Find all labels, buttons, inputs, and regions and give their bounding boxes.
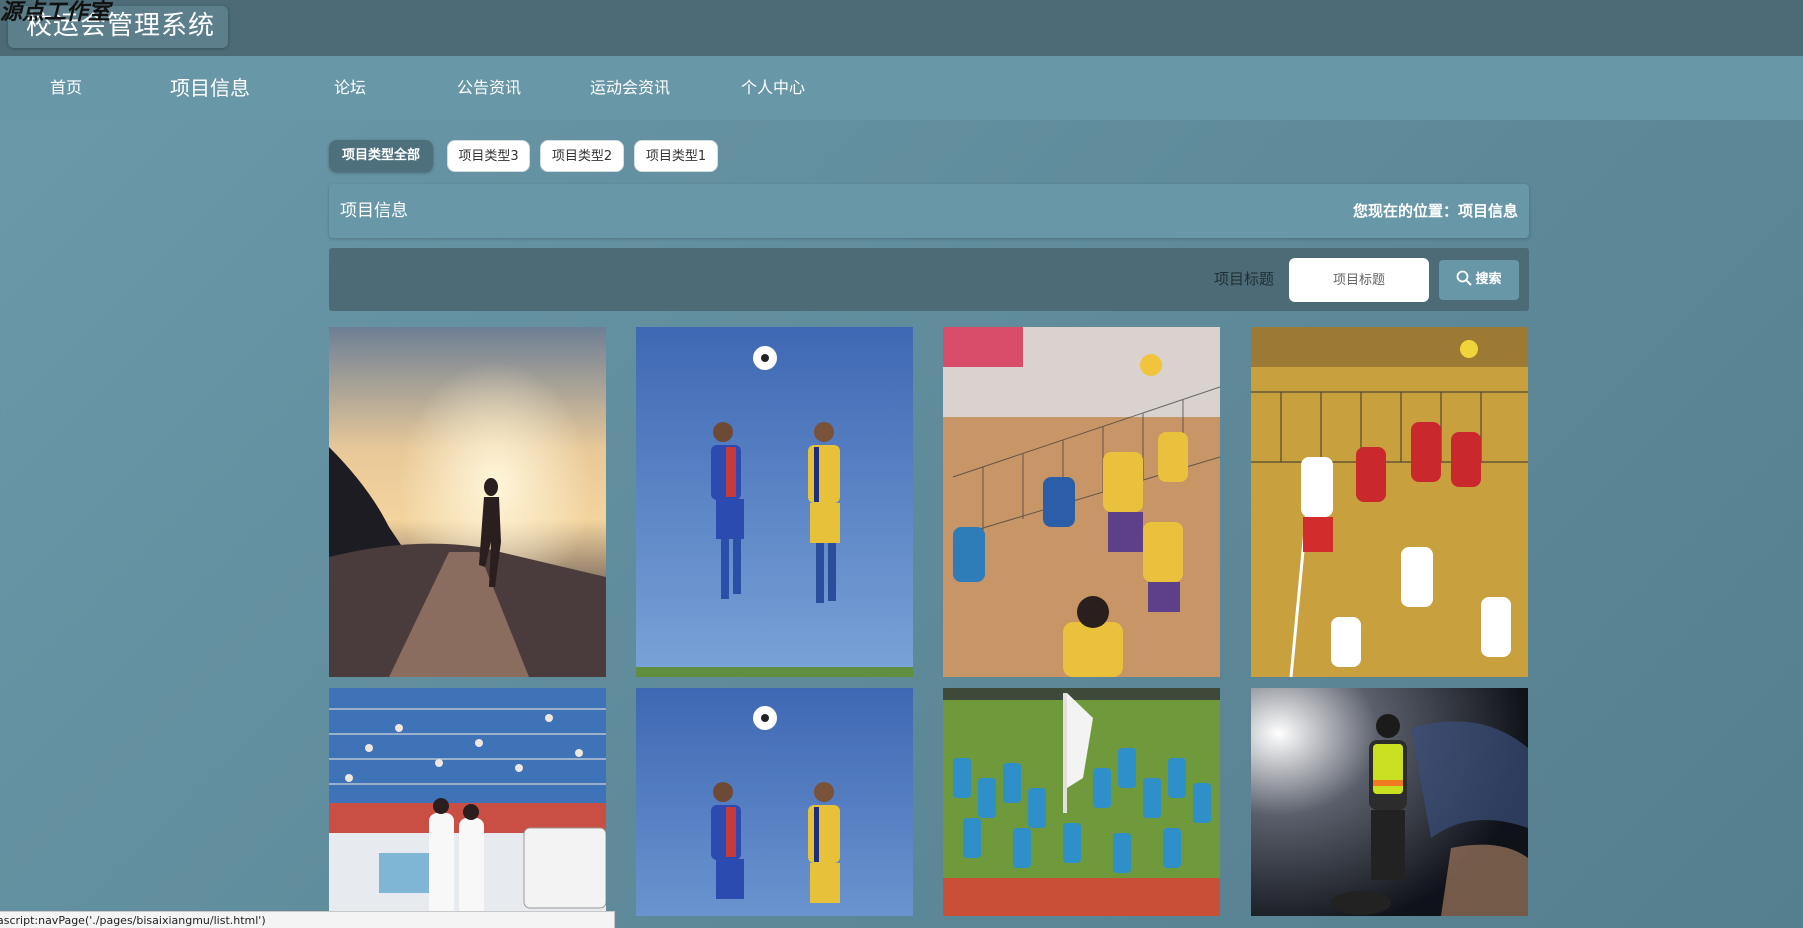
runner-sunset-image (329, 327, 606, 677)
soccer-header-image (636, 688, 913, 916)
track-field-crowd-image (943, 688, 1220, 916)
project-card[interactable] (329, 688, 606, 916)
project-card[interactable] (1251, 327, 1528, 677)
watermark-text: 源点工作室 (0, 0, 111, 25)
project-card[interactable] (943, 688, 1220, 916)
category-type2-button[interactable]: 项目类型2 (540, 140, 624, 172)
search-input[interactable] (1289, 258, 1429, 302)
runner-night-sky-image (1251, 688, 1528, 916)
nav-item-home[interactable]: 首页 (50, 56, 82, 120)
browser-status-bar: ascript:navPage('./pages/bisaixiangmu/li… (0, 911, 615, 928)
nav-item-games-news[interactable]: 运动会资讯 (590, 56, 670, 120)
project-card[interactable] (636, 688, 913, 916)
page-title: 项目信息 (340, 201, 408, 221)
nav-item-user-center[interactable]: 个人中心 (741, 56, 805, 120)
category-type3-button[interactable]: 项目类型3 (447, 140, 530, 172)
nav-item-forum[interactable]: 论坛 (334, 56, 366, 120)
project-card[interactable] (943, 327, 1220, 677)
project-card[interactable] (1251, 688, 1528, 916)
search-icon (1457, 270, 1472, 286)
category-all-button[interactable]: 项目类型全部 (329, 140, 433, 172)
search-button[interactable]: 搜索 (1439, 260, 1519, 300)
stadium-crowd-image (329, 688, 606, 916)
volleyball-red-white-image (1251, 327, 1528, 677)
search-label: 项目标题 (1214, 270, 1275, 288)
project-card[interactable] (329, 327, 606, 677)
search-bar: 项目标题 搜索 (329, 248, 1529, 311)
breadcrumb: 项目信息 您现在的位置：项目信息 (329, 184, 1529, 238)
search-button-label: 搜索 (1475, 272, 1502, 287)
nav-item-announcements[interactable]: 公告资讯 (457, 56, 521, 120)
nav-item-projects[interactable]: 项目信息 (170, 56, 250, 120)
soccer-header-image (636, 327, 913, 677)
top-header: 校运会管理系统 源点工作室 (0, 0, 1803, 56)
status-bar-url: ascript:navPage('./pages/bisaixiangmu/li… (0, 914, 266, 927)
category-type1-button[interactable]: 项目类型1 (634, 140, 718, 172)
breadcrumb-location: 您现在的位置：项目信息 (1352, 202, 1518, 220)
project-card[interactable] (636, 327, 913, 677)
volleyball-yellow-team-image (943, 327, 1220, 677)
main-nav: 首页 项目信息 论坛 公告资讯 运动会资讯 个人中心 (0, 56, 1803, 120)
